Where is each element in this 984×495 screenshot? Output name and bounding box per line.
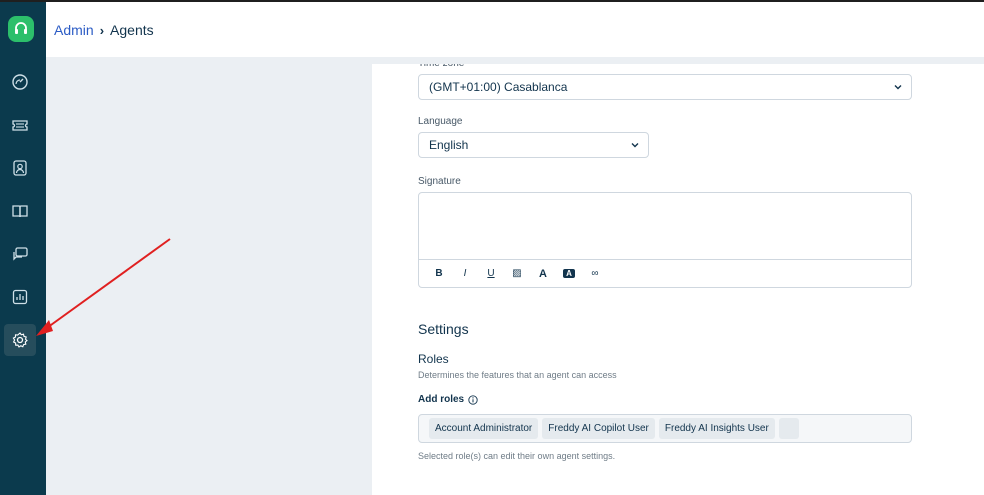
add-roles-label: Add roles <box>418 394 478 405</box>
sidebar-item-admin[interactable] <box>4 324 36 356</box>
italic-button[interactable]: I <box>459 268 471 279</box>
timezone-label: Time zone <box>418 58 465 69</box>
sidebar-item-forums[interactable] <box>4 238 36 270</box>
info-icon[interactable] <box>468 394 478 405</box>
chat-icon <box>13 247 28 261</box>
roles-description: Determines the features that an agent ca… <box>418 370 617 380</box>
chart-icon <box>12 289 28 305</box>
roles-heading: Roles <box>418 352 449 366</box>
top-border <box>0 0 984 2</box>
gauge-icon <box>12 74 28 90</box>
gear-icon <box>12 332 28 348</box>
settings-heading: Settings <box>418 321 469 337</box>
bold-button[interactable]: B <box>433 268 445 279</box>
breadcrumb-admin-link[interactable]: Admin <box>54 22 94 38</box>
underline-button[interactable]: U <box>485 268 497 279</box>
role-input-placeholder[interactable] <box>778 418 799 439</box>
timezone-value: (GMT+01:00) Casablanca <box>429 80 568 94</box>
sidebar-item-dashboard[interactable] <box>4 66 36 98</box>
chevron-down-icon <box>631 143 639 148</box>
role-chip[interactable]: Account Administrator <box>429 418 539 439</box>
app-logo[interactable] <box>8 16 34 42</box>
timezone-select[interactable]: (GMT+01:00) Casablanca <box>418 74 912 100</box>
role-chip[interactable]: Freddy AI Insights User <box>658 418 775 439</box>
highlight-color-button[interactable]: A <box>563 269 575 278</box>
roles-helper-text: Selected role(s) can edit their own agen… <box>418 451 616 461</box>
role-chip[interactable]: Freddy AI Copilot User <box>542 418 655 439</box>
breadcrumb: Admin › Agents <box>54 22 154 38</box>
contact-icon <box>13 160 27 176</box>
image-insert-icon[interactable]: ▨ <box>511 268 523 279</box>
breadcrumb-current: Agents <box>110 22 154 38</box>
add-roles-text: Add roles <box>418 394 465 405</box>
headset-icon <box>15 22 27 34</box>
sidebar <box>0 2 46 495</box>
top-header: Admin › Agents <box>46 2 984 57</box>
book-icon <box>12 205 28 218</box>
sidebar-item-contacts[interactable] <box>4 152 36 184</box>
agent-form-panel: Time zone (GMT+01:00) Casablanca Languag… <box>372 64 984 495</box>
language-label: Language <box>418 116 463 127</box>
language-value: English <box>429 138 469 152</box>
sidebar-item-tickets[interactable] <box>4 109 36 141</box>
editor-toolbar: B I U ▨ A A ∞ <box>419 259 911 287</box>
signature-editor[interactable]: B I U ▨ A A ∞ <box>418 192 912 288</box>
link-icon[interactable]: ∞ <box>589 268 601 279</box>
signature-label: Signature <box>418 176 461 187</box>
font-color-button[interactable]: A <box>537 268 549 280</box>
sidebar-item-solutions[interactable] <box>4 195 36 227</box>
sidebar-item-analytics[interactable] <box>4 281 36 313</box>
ticket-icon <box>12 120 28 131</box>
chevron-down-icon <box>894 85 902 90</box>
chevron-right-icon: › <box>99 22 105 38</box>
roles-multiselect[interactable]: Account Administrator Freddy AI Copilot … <box>418 414 912 443</box>
language-select[interactable]: English <box>418 132 649 158</box>
